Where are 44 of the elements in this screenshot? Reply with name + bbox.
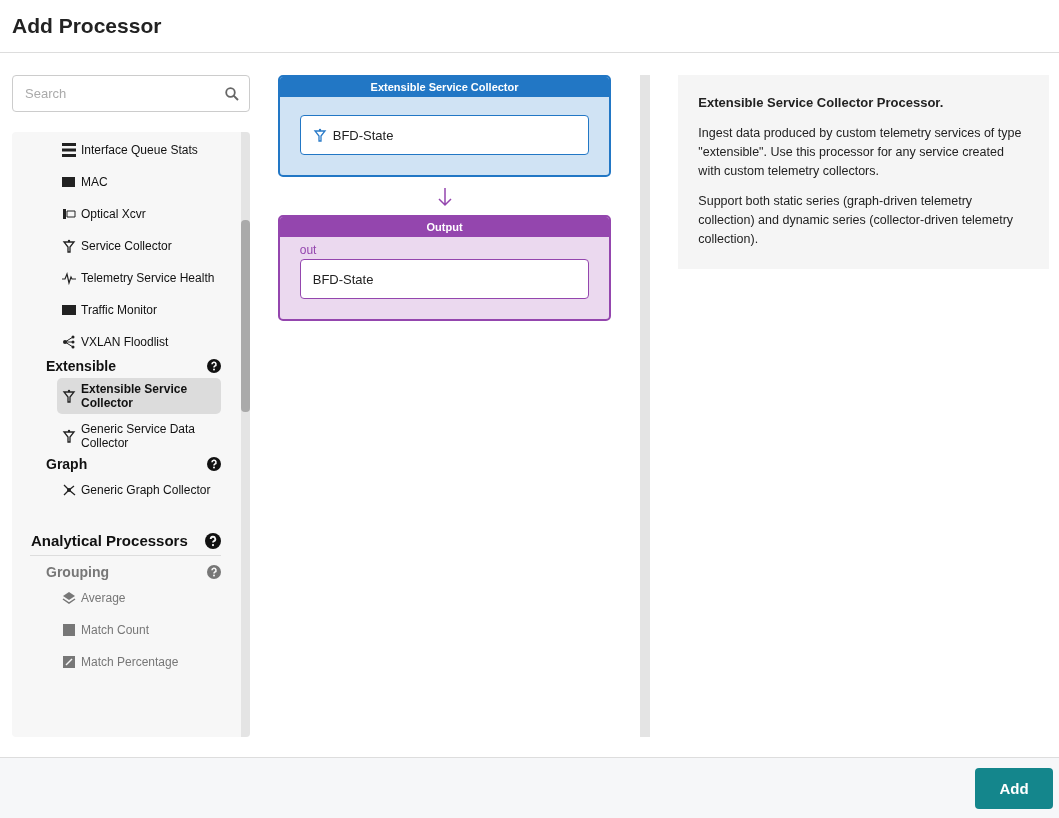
scrollbar-thumb[interactable] xyxy=(240,220,250,412)
search-field[interactable]: Search xyxy=(12,75,250,112)
dialog-title: Add Processor xyxy=(12,14,162,38)
processor-list-item[interactable]: Optical Xcvr xyxy=(57,200,221,228)
help-icon[interactable] xyxy=(206,457,221,471)
layers-icon xyxy=(62,591,76,605)
pulse-icon xyxy=(62,271,76,285)
bars-icon xyxy=(62,143,76,157)
processor-list-item[interactable]: Traffic Monitor xyxy=(57,296,221,324)
info-paragraph: Support both static series (graph-driven telemetry collection) and dynamic series (collector-driven telemetry collection). xyxy=(698,193,1015,248)
processor-list-item[interactable]: MAC xyxy=(57,168,221,196)
funnel-icon xyxy=(62,429,76,443)
processor-list-item[interactable]: Generic Service Data Collector xyxy=(57,418,221,454)
section-heading: Analytical Processors xyxy=(31,532,188,549)
square-icon xyxy=(62,623,76,637)
port-label: out xyxy=(299,243,318,257)
add-button[interactable]: Add xyxy=(975,767,1053,809)
node-header: Extensible Service Collector xyxy=(279,77,610,97)
output-node[interactable]: Output out BFD-State xyxy=(277,215,612,321)
input-field[interactable]: BFD-State xyxy=(299,115,590,155)
processor-list-item[interactable]: Generic Graph Collector xyxy=(57,476,221,504)
info-paragraph: Ingest data produced by custom telemetry services of type "extensible". Use this processor for any service created with custom telemetry collectors. xyxy=(698,125,1023,180)
nodes-icon xyxy=(62,335,76,349)
transceiver-icon xyxy=(62,207,76,221)
down-arrow-icon xyxy=(436,187,453,207)
processor-list-item[interactable]: Interface Queue Stats xyxy=(57,136,221,164)
node-header: Output xyxy=(279,217,610,237)
funnel-icon xyxy=(62,239,76,253)
info-title: Extensible Service Collector Processor. xyxy=(698,95,945,110)
help-icon[interactable] xyxy=(206,359,221,373)
input-field[interactable]: BFD-State xyxy=(299,259,590,299)
search-icon xyxy=(224,87,239,101)
group-heading: Grouping xyxy=(46,564,109,580)
group-heading: Graph xyxy=(46,456,88,472)
processor-node[interactable]: Extensible Service Collector BFD-State xyxy=(277,75,612,177)
percent-icon xyxy=(62,655,76,669)
processor-list-item[interactable]: Telemetry Service Health xyxy=(57,264,221,292)
funnel-icon xyxy=(62,389,76,403)
group-heading: Extensible xyxy=(46,358,117,374)
processor-list-item[interactable]: VXLAN Floodlist xyxy=(57,328,221,356)
help-icon[interactable] xyxy=(204,532,221,549)
processor-list-item[interactable]: Service Collector xyxy=(57,232,221,260)
processor-list-item[interactable]: Extensible Service Collector xyxy=(57,378,221,414)
funnel-icon xyxy=(312,128,327,142)
